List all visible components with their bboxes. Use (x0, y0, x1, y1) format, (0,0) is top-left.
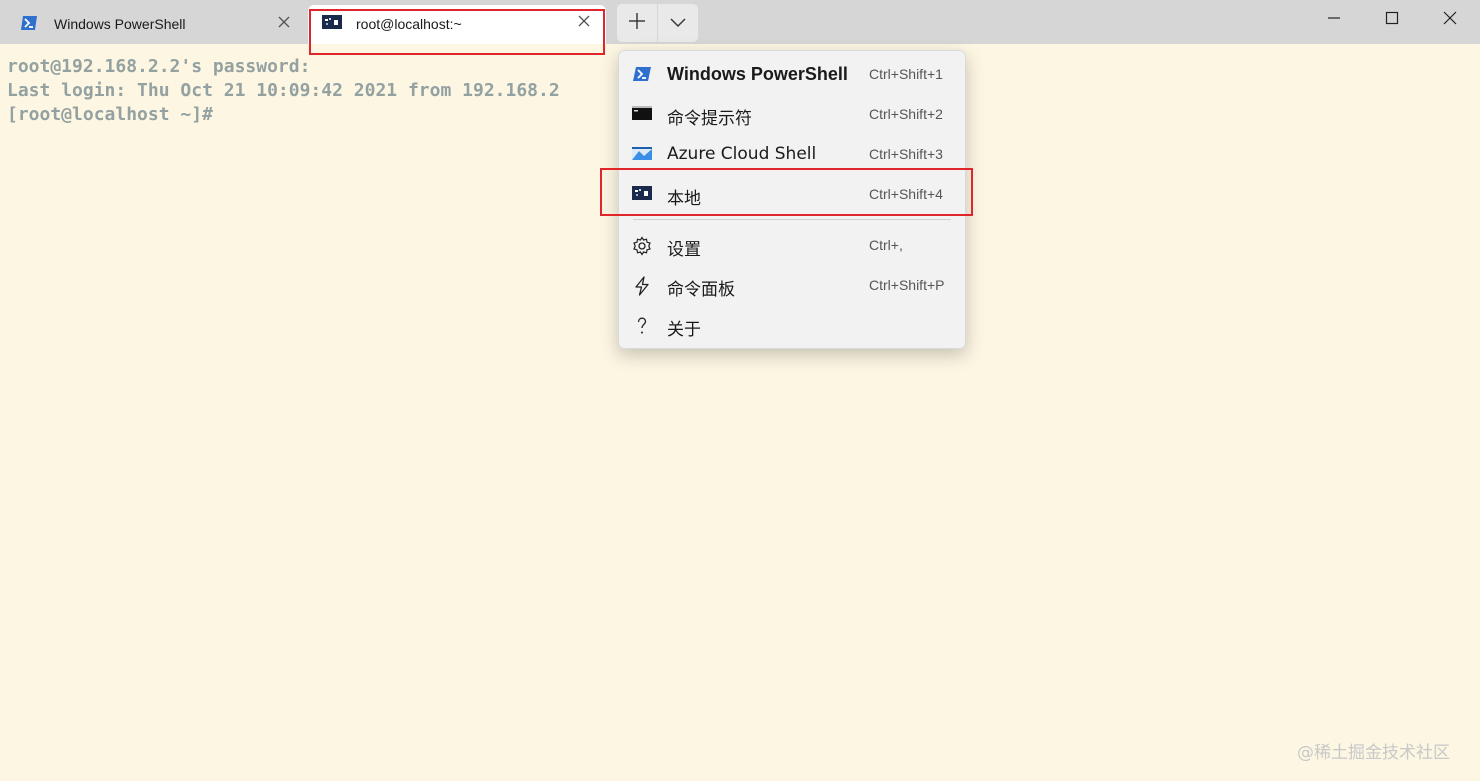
terminal-line: Last login: Thu Oct 21 10:09:42 2021 fro… (7, 80, 560, 101)
menu-item-shortcut: Ctrl+Shift+4 (869, 186, 943, 202)
minimize-button[interactable] (1305, 0, 1363, 40)
new-tab-dropdown-menu: Windows PowerShell Ctrl+Shift+1 命令提示符 Ct… (618, 50, 966, 349)
menu-item-windows-powershell[interactable]: Windows PowerShell Ctrl+Shift+1 (619, 54, 965, 94)
terminal-line: root@192.168.2.2's password: (7, 56, 311, 77)
menu-item-label: 命令面板 (667, 280, 735, 300)
menu-item-shortcut: Ctrl+Shift+2 (869, 106, 943, 122)
menu-separator (633, 219, 951, 220)
gear-icon (632, 236, 652, 256)
watermark: @稀土掘金技术社区 (1297, 743, 1450, 763)
terminal-scrollbar[interactable] (1474, 44, 1480, 781)
tab-root-localhost[interactable]: root@localhost:~ (308, 5, 606, 44)
terminal-prompt: [root@localhost ~]# (7, 104, 213, 125)
tab-close-icon[interactable] (276, 15, 292, 31)
new-tab-button[interactable] (617, 4, 657, 42)
powershell-icon (20, 14, 38, 32)
menu-item-label: 命令提示符 (667, 109, 752, 129)
window-close-button[interactable] (1421, 0, 1479, 40)
powershell-icon (632, 65, 652, 83)
menu-item-azure-cloud-shell[interactable]: Azure Cloud Shell Ctrl+Shift+3 (619, 134, 965, 174)
menu-item-label: 关于 (667, 320, 701, 340)
profile-dropdown-button[interactable] (658, 4, 698, 42)
maximize-button[interactable] (1363, 0, 1421, 40)
close-icon (1443, 11, 1457, 30)
menu-item-about[interactable]: 关于 (619, 305, 965, 345)
menu-item-shortcut: Ctrl+Shift+1 (869, 66, 943, 82)
menu-item-command-palette[interactable]: 命令面板 Ctrl+Shift+P (619, 265, 965, 305)
tab-windows-powershell[interactable]: Windows PowerShell (6, 5, 306, 44)
menu-item-label: 本地 (667, 189, 701, 209)
menu-item-shortcut: Ctrl+, (869, 237, 903, 253)
lightning-icon (632, 276, 652, 296)
plus-icon (628, 12, 646, 35)
menu-item-local[interactable]: 本地 Ctrl+Shift+4 (619, 174, 965, 214)
tab-title: root@localhost:~ (356, 16, 462, 32)
menu-item-shortcut: Ctrl+Shift+P (869, 277, 945, 293)
linux-terminal-icon (632, 185, 652, 203)
menu-item-label: Azure Cloud Shell (667, 144, 817, 164)
minimize-icon (1327, 11, 1341, 30)
tab-close-icon[interactable] (576, 14, 592, 30)
menu-item-cmd[interactable]: 命令提示符 Ctrl+Shift+2 (619, 94, 965, 134)
cmd-icon (632, 105, 652, 123)
tab-bar: Windows PowerShell root@localhost:~ (0, 0, 1480, 44)
chevron-down-icon (670, 14, 686, 32)
maximize-icon (1385, 11, 1399, 30)
menu-item-settings[interactable]: 设置 Ctrl+, (619, 225, 965, 265)
menu-item-label: Windows PowerShell (667, 64, 848, 84)
question-icon (632, 316, 652, 334)
tab-title: Windows PowerShell (54, 16, 186, 32)
linux-terminal-icon (322, 14, 342, 32)
menu-item-label: 设置 (667, 240, 701, 260)
azure-cloud-icon (632, 145, 652, 163)
menu-item-shortcut: Ctrl+Shift+3 (869, 146, 943, 162)
